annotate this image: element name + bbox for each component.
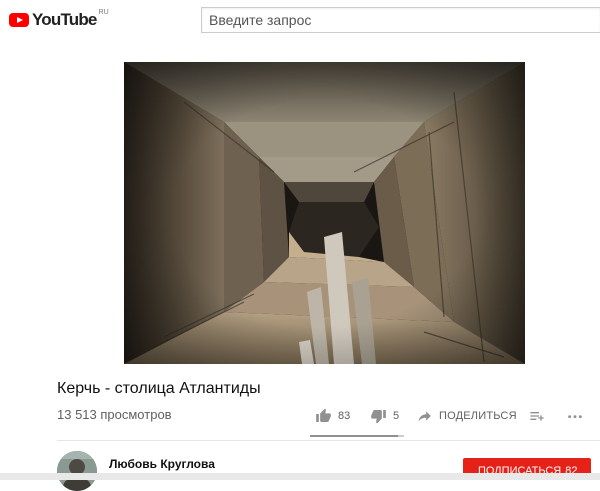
search-box [201,7,600,33]
horizontal-scrollbar[interactable] [0,473,600,480]
logo-region: RU [98,9,109,16]
avatar[interactable] [57,451,97,491]
dislike-button[interactable]: 5 [370,404,399,428]
add-to-playlist-button[interactable] [529,404,545,428]
like-ratio-bar [310,435,404,437]
search-input[interactable] [202,8,600,32]
video-frame [124,62,525,364]
avatar-image [57,451,97,491]
add-to-playlist-icon [530,412,544,421]
thumbs-up-icon [316,408,331,422]
like-count: 83 [338,410,351,422]
channel-name[interactable]: Любовь Круглова [109,457,215,471]
video-actions: 83 5 ПОДЕЛИТЬСЯ [310,404,600,428]
share-label: ПОДЕЛИТЬСЯ [439,410,517,422]
more-actions-button[interactable] [567,404,583,428]
like-button[interactable]: 83 [315,404,350,428]
like-ratio-fill [310,435,399,437]
share-arrow-icon [418,411,431,422]
dislike-count: 5 [393,410,400,422]
share-button[interactable]: ПОДЕЛИТЬСЯ [418,404,517,428]
thumbs-down-icon [371,410,386,424]
logo-text: YouTube [32,10,97,29]
video-player[interactable] [124,62,525,364]
more-horizontal-icon [568,415,582,419]
view-count: 13 513 просмотров [57,407,172,422]
youtube-logo[interactable]: YouTube RU [9,9,109,31]
youtube-logo-icon [9,13,29,27]
masthead: YouTube RU [0,0,600,40]
divider [57,440,600,441]
video-title: Керчь - столица Атлантиды [57,380,261,397]
